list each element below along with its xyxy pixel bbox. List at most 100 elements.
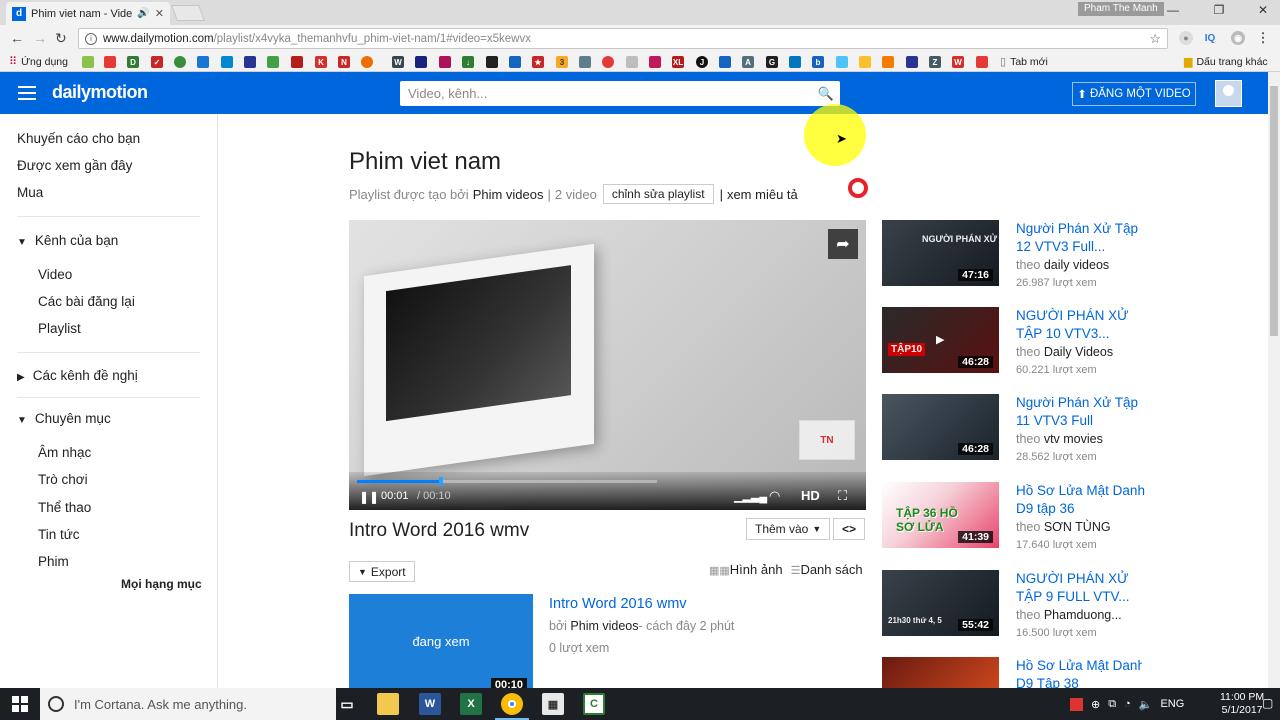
bookmark-icon[interactable] xyxy=(882,56,894,68)
pause-icon[interactable]: ❚❚ xyxy=(359,490,379,504)
sidebar-item-sports[interactable]: Thể thao xyxy=(38,500,91,515)
bookmark-icon[interactable] xyxy=(579,56,591,68)
sidebar-item-movies[interactable]: Phim xyxy=(38,554,69,569)
speaker-icon[interactable]: 🔊 xyxy=(137,8,149,19)
bookmark-icon[interactable] xyxy=(439,56,451,68)
bookmark-other[interactable]: ▆ Dấu trang khác xyxy=(1184,55,1268,69)
site-info-icon[interactable]: i xyxy=(85,32,97,45)
search-input[interactable] xyxy=(400,82,812,105)
bookmark-icon[interactable] xyxy=(719,56,731,68)
bookmark-icon[interactable]: D xyxy=(127,56,139,68)
related-video-title[interactable]: Người Phán Xử Tập 12 VTV3 Full... xyxy=(1016,220,1146,256)
sidebar-item-video[interactable]: Video xyxy=(38,267,72,282)
video-thumbnail[interactable]: 46:28 xyxy=(882,394,999,460)
bookmark-icon[interactable]: G xyxy=(766,56,778,68)
related-video-title[interactable]: NGƯỜI PHÁN XỬ TẬP 10 VTV3... xyxy=(1016,307,1146,343)
bookmark-icon[interactable] xyxy=(244,56,256,68)
bookmark-icon[interactable] xyxy=(836,56,848,68)
new-tab-button[interactable] xyxy=(171,5,205,21)
related-video-item[interactable]: 46:28 Người Phán Xử Tập 11 VTV3 Full the… xyxy=(882,394,1142,464)
sidebar-section-your-channel[interactable]: ▼ Kênh của bạn xyxy=(17,233,118,248)
system-clock[interactable]: 11:00 PM 5/1/2017 xyxy=(1220,691,1264,717)
bookmark-icon[interactable]: W xyxy=(952,56,964,68)
all-categories-link[interactable]: Mọi hạng mục xyxy=(121,577,202,591)
windows-start-icon[interactable] xyxy=(12,696,28,712)
sidebar-section-categories[interactable]: ▼ Chuyên mục xyxy=(17,411,111,426)
channel-link[interactable]: vtv movies xyxy=(1044,432,1103,446)
sidebar-item-playlist[interactable]: Playlist xyxy=(38,321,81,336)
related-video-item[interactable]: TẬP10 ▶ 46:28 NGƯỜI PHÁN XỬ TẬP 10 VTV3...… xyxy=(882,307,1142,377)
bookmark-icon[interactable] xyxy=(415,56,427,68)
bookmark-icon[interactable]: J xyxy=(696,56,708,68)
video-thumbnail[interactable] xyxy=(882,657,999,688)
bookmark-icon[interactable] xyxy=(361,56,373,68)
bookmark-icon[interactable] xyxy=(976,56,988,68)
export-button[interactable]: ▼ Export xyxy=(349,561,415,582)
bookmark-star-icon[interactable]: ☆ xyxy=(1149,31,1161,47)
bookmark-icon[interactable] xyxy=(267,56,279,68)
bookmark-icon[interactable]: N xyxy=(338,56,350,68)
sidebar-item-music[interactable]: Âm nhạc xyxy=(38,445,91,460)
extension-icon[interactable]: ● xyxy=(1179,31,1193,45)
menu-icon[interactable]: ⋮ xyxy=(1256,30,1270,45)
reload-icon[interactable]: ↻ xyxy=(55,30,67,47)
upload-video-button[interactable]: ⬆ ĐĂNG MỘT VIDEO xyxy=(1072,82,1196,106)
chrome-icon[interactable] xyxy=(495,693,529,720)
sidebar-item-reposts[interactable]: Các bài đăng lại xyxy=(38,294,135,309)
channel-link[interactable]: Phamduong... xyxy=(1044,608,1122,622)
bookmark-icon[interactable]: Z xyxy=(929,56,941,68)
bookmark-icon[interactable]: b xyxy=(812,56,824,68)
add-to-button[interactable]: Thêm vào ▼ xyxy=(746,518,831,540)
volume-icon[interactable]: ▁▂▃▄ xyxy=(734,490,767,503)
file-explorer-icon[interactable] xyxy=(377,693,399,715)
bookmark-apps[interactable]: ⠿ Ứng dụng xyxy=(9,55,68,69)
close-window-icon[interactable]: ✕ xyxy=(1248,3,1278,17)
bookmark-icon[interactable] xyxy=(82,56,94,68)
view-images-option[interactable]: ▦▦Hình ảnh xyxy=(709,562,783,577)
forward-icon[interactable]: → xyxy=(33,30,47,46)
excel-icon[interactable]: X xyxy=(460,693,482,715)
avatar[interactable] xyxy=(1215,80,1242,107)
video-thumbnail[interactable]: 21h30 thứ 4, 5 55:42 xyxy=(882,570,999,636)
bookmark-icon[interactable] xyxy=(509,56,521,68)
profile-name[interactable]: Pham The Manh xyxy=(1078,2,1164,16)
sidebar-item-news[interactable]: Tin tức xyxy=(38,527,80,542)
bookmark-icon[interactable] xyxy=(104,56,116,68)
bookmark-icon[interactable] xyxy=(602,56,614,68)
address-bar[interactable]: i www.dailymotion.com/playlist/x4vyka_th… xyxy=(78,28,1168,49)
bookmark-icon[interactable] xyxy=(859,56,871,68)
back-icon[interactable]: ← xyxy=(10,30,24,46)
vivaldi-icon[interactable] xyxy=(1070,697,1083,711)
iq-extension-icon[interactable]: IQ xyxy=(1203,31,1217,45)
task-view-icon[interactable]: ▭ xyxy=(336,693,358,715)
related-video-title[interactable]: Hồ Sơ Lửa Mật Danh D9 Tập 38 xyxy=(1016,657,1142,688)
bookmark-icon[interactable]: W xyxy=(392,56,404,68)
camtasia-icon[interactable]: C xyxy=(583,693,605,715)
bookmark-icon[interactable] xyxy=(291,56,303,68)
bookmark-icon[interactable]: A xyxy=(742,56,754,68)
bookmark-icon[interactable] xyxy=(486,56,498,68)
video-thumbnail[interactable]: NGƯỜI PHÁN XỬ 47:16 xyxy=(882,220,999,286)
current-video-thumbnail[interactable]: đang xem 00:10 xyxy=(349,594,533,688)
search-icon[interactable]: 🔍 xyxy=(812,86,840,102)
bookmark-icon[interactable] xyxy=(174,56,186,68)
edit-playlist-button[interactable]: chỉnh sửa playlist xyxy=(602,184,714,204)
volume-icon[interactable]: 🔈 xyxy=(1139,698,1153,711)
wifi-icon[interactable]: ◔ xyxy=(1124,698,1131,710)
embed-button[interactable]: <> xyxy=(833,518,865,540)
related-video-item[interactable]: TẬP 36 HỒ SƠ LỬA 41:39 Hồ Sơ Lửa Mật Danh… xyxy=(882,482,1145,552)
bookmark-icon[interactable] xyxy=(906,56,918,68)
progress-bar[interactable] xyxy=(357,477,657,486)
playlist-owner-link[interactable]: Phim videos xyxy=(473,187,544,202)
share-icon[interactable]: ➦ xyxy=(828,229,858,259)
sidebar-section-suggested[interactable]: ▶ Các kênh đề nghị xyxy=(17,368,138,383)
related-video-item[interactable]: Hồ Sơ Lửa Mật Danh D9 Tập 38 xyxy=(882,657,1142,688)
bookmark-icon[interactable]: K xyxy=(315,56,327,68)
channel-link[interactable]: SƠN TÙNG xyxy=(1044,520,1111,534)
notifications-icon[interactable]: ▢ xyxy=(1262,696,1273,710)
speed-gauge-icon[interactable]: ◠ xyxy=(769,488,780,504)
hamburger-menu-icon[interactable] xyxy=(18,86,36,100)
related-video-title[interactable]: Hồ Sơ Lửa Mật Danh D9 tập 36 xyxy=(1016,482,1146,518)
related-video-title[interactable]: NGƯỜI PHÁN XỬ TẬP 9 FULL VTV... xyxy=(1016,570,1146,606)
minimize-icon[interactable]: — xyxy=(1158,3,1188,17)
